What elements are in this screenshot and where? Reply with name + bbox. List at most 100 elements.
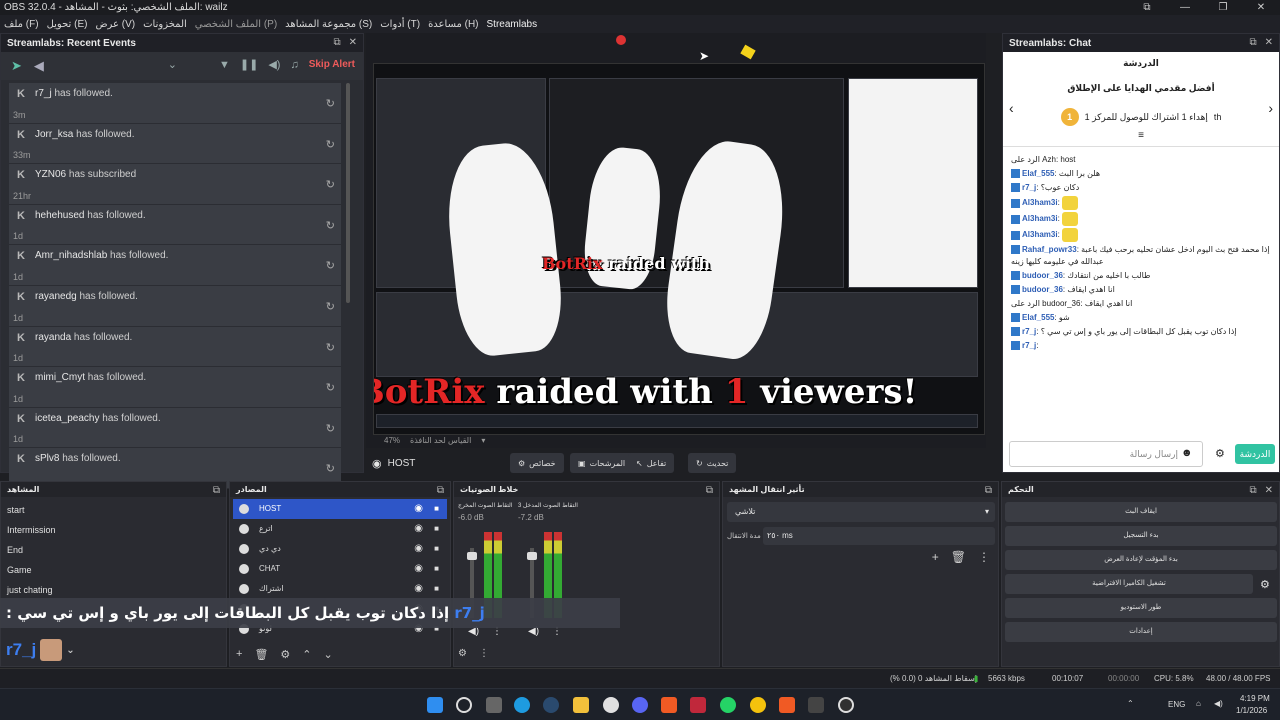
studio-mode-button[interactable]: طور الاستوديو [1005,598,1277,618]
tray-chevron-icon[interactable]: ⌃ [1127,699,1134,708]
skip-alert-button[interactable]: Skip Alert [309,59,355,70]
menu-streamlabs[interactable]: Streamlabs [487,19,538,30]
obs-icon[interactable] [838,697,854,713]
preview-canvas[interactable]: BotRix raided with BotRix raided with 1 … [373,63,985,435]
clock-date[interactable]: 1/1/2026 [1236,706,1267,715]
chat-username[interactable]: Elaf_555 [1022,313,1054,322]
scene-item[interactable]: start [1,500,226,520]
replay-icon[interactable]: ↻ [326,259,335,272]
menu-view[interactable]: عرض (V) [95,19,135,30]
stop-streaming-button[interactable]: ايقاف البث [1005,502,1277,522]
float-icon[interactable]: ⧉ [985,485,992,496]
filter-icon[interactable]: ▼ [219,59,230,71]
start-recording-button[interactable]: بدء التسجيل [1005,526,1277,546]
chevron-right-icon[interactable]: › [1268,100,1273,116]
menu-dots-icon[interactable]: ⋮ [479,648,489,659]
add-icon[interactable]: + [932,550,939,564]
close-icon[interactable]: ✕ [1265,37,1273,48]
lock-icon[interactable]: ■ [434,519,439,539]
chevron-down-icon[interactable]: ⌄ [66,645,74,656]
gear-icon[interactable]: ⚙ [280,648,290,661]
chat-username[interactable]: budoor_36 [1022,285,1063,294]
replay-icon[interactable]: ↻ [326,341,335,354]
megaphone-icon[interactable]: ◀ [34,58,44,74]
lock-icon[interactable]: ■ [434,539,439,559]
app-icon[interactable] [808,697,824,713]
menu-edit[interactable]: تحويل (E) [47,19,88,30]
menu-scene-collection[interactable]: مجموعة المشاهد (S) [285,19,372,30]
arrow-down-icon[interactable]: ⌄ [324,648,333,661]
chat-username[interactable]: Rahaf_powr33 [1022,245,1077,254]
scene-item[interactable]: Intermission [1,520,226,540]
chevron-down-icon[interactable]: ▾ [481,436,485,445]
menu-file[interactable]: ملف (F) [4,19,39,30]
events-scrollbar[interactable] [346,83,350,303]
task-view-icon[interactable] [486,697,502,713]
scene-item[interactable]: End [1,540,226,560]
fit-label[interactable]: القياس لحد النافذة [410,436,471,445]
bell-icon[interactable]: ♫ [290,59,298,71]
eye-icon[interactable]: ◉ [414,499,423,519]
chat-username[interactable]: r7_j [1022,327,1036,336]
clock-time[interactable]: 4:19 PM [1240,694,1270,703]
replay-icon[interactable]: ↻ [326,178,335,191]
gear-icon[interactable]: ⚙ [458,648,467,659]
chat-username[interactable]: Al3ham3i [1022,230,1058,239]
volume-icon[interactable]: ◀) [1214,699,1223,708]
virtual-camera-button[interactable]: تشغيل الكاميرا الافتراضية [1005,574,1253,594]
lock-icon[interactable]: ■ [434,499,439,519]
gear-icon[interactable]: ⚙ [1215,447,1225,460]
trash-icon[interactable]: 🗑 [254,648,268,661]
chat-input[interactable]: إرسال رسالة [1009,441,1203,467]
chevron-left-icon[interactable]: ‹ [1009,100,1014,116]
transition-select[interactable]: تلاشي ▾ [727,502,995,522]
replay-icon[interactable]: ↻ [326,138,335,151]
edge-icon[interactable] [514,697,530,713]
eye-icon[interactable]: ◉ [414,539,423,559]
chat-username[interactable]: r7_j [1022,183,1036,192]
scene-item[interactable]: Game [1,560,226,580]
eye-icon[interactable]: ◉ [414,519,423,539]
menu-dots-icon[interactable]: ⋮ [978,550,990,564]
source-item[interactable]: اترع ◉ ■ [233,519,447,539]
language-indicator[interactable]: ENG [1168,700,1185,709]
zoom-level[interactable]: 47% [384,436,400,445]
chat-username[interactable]: Al3ham3i [1022,214,1058,223]
gear-icon[interactable]: ⚙ [1260,578,1270,591]
menu-tools[interactable]: أدوات (T) [380,19,420,30]
chat-username[interactable]: Al3ham3i [1022,198,1058,207]
lock-icon[interactable]: ■ [434,559,439,579]
chrome-icon[interactable] [750,697,766,713]
lock-icon[interactable]: ■ [434,579,439,599]
menu-help[interactable]: مساعدة (H) [428,19,478,30]
filters-button[interactable]: ▣ المرشحات [570,453,634,473]
menu-profile[interactable]: الملف الشخصي (P) [195,19,277,30]
brave-icon[interactable] [661,697,677,713]
source-item[interactable]: اشتراك ◉ ■ [233,579,447,599]
add-icon[interactable]: + [236,648,242,661]
send-icon[interactable]: ➤ [11,58,22,74]
maximize-button[interactable]: ❐ [1204,0,1242,15]
replay-icon[interactable]: ↻ [326,422,335,435]
float-icon[interactable]: ⧉ [706,485,713,496]
whatsapp-icon[interactable] [720,697,736,713]
steam-icon[interactable] [543,697,559,713]
restore-icon[interactable]: ⧉ [1128,0,1166,15]
menu-docks[interactable]: المخزونات [143,19,187,30]
source-item[interactable]: CHAT ◉ ■ [233,559,447,579]
discord-icon[interactable] [632,697,648,713]
replay-buffer-button[interactable]: بدء المؤقت لإعادة العرض [1005,550,1277,570]
chevron-down-icon[interactable]: ⌄ [168,58,177,71]
float-icon[interactable]: ⧉ [1249,37,1256,48]
file-explorer-icon[interactable] [573,697,589,713]
close-icon[interactable]: ✕ [1265,485,1273,496]
emoji-icon[interactable]: ☻ [1181,447,1193,459]
source-item[interactable]: HOST ◉ ■ [233,499,447,519]
replay-icon[interactable]: ↻ [326,300,335,313]
replay-icon[interactable]: ↻ [326,462,335,475]
chat-send-button[interactable]: الدردشة [1235,444,1275,464]
replay-icon[interactable]: ↻ [326,219,335,232]
settings-button[interactable]: إعدادات [1005,622,1277,642]
brave-icon[interactable] [779,697,795,713]
float-icon[interactable]: ⧉ [1249,485,1256,496]
